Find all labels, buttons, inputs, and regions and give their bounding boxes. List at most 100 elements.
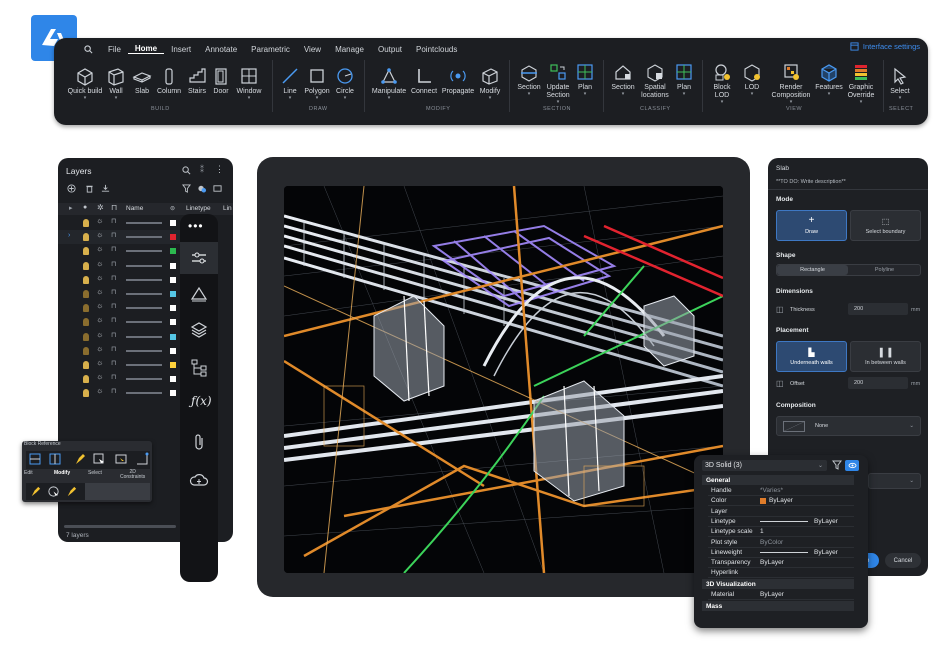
property-row-lineweight[interactable]: Lineweight ByLayer <box>708 548 854 558</box>
edit-in-place-icon[interactable] <box>48 452 62 466</box>
visibility-bulb-icon[interactable] <box>83 332 89 341</box>
update-section-tool[interactable]: Update Section ▾ <box>544 62 572 105</box>
mode-draw-button[interactable]: + Draw <box>776 210 847 241</box>
layer-color-swatch[interactable] <box>170 319 176 326</box>
expand-icon[interactable]: ▸ <box>69 204 73 212</box>
layer-row[interactable]: ☼ ⊓ <box>58 244 182 258</box>
lock-icon[interactable]: ⊓ <box>111 245 116 253</box>
layer-row[interactable]: ☼ ⊓ <box>58 216 182 230</box>
layer-row[interactable]: ☼ ⊓ <box>58 287 182 301</box>
selection-dropdown[interactable]: 3D Solid (3) ⌄ <box>702 460 827 471</box>
menu-tab-pointclouds[interactable]: Pointclouds <box>409 45 464 54</box>
spatial-locations-tool[interactable]: Spatial locations <box>638 62 672 100</box>
lock-icon[interactable]: ⊓ <box>111 359 116 367</box>
visibility-bulb-icon[interactable] <box>83 318 89 327</box>
horizontal-scrollbar[interactable] <box>64 525 176 528</box>
property-row-color[interactable]: Color ByLayer <box>708 496 854 507</box>
column-name[interactable]: Name <box>126 205 143 212</box>
freeze-sun-icon[interactable]: ☼ <box>96 287 103 296</box>
door-tool[interactable]: Door <box>210 66 232 96</box>
general-section-header[interactable]: General <box>702 475 854 485</box>
freeze-sun-icon[interactable]: ☼ <box>96 244 103 253</box>
layer-color-swatch[interactable] <box>170 333 176 340</box>
render-composition-tool[interactable]: Render Composition ▾ <box>769 62 813 105</box>
search-icon[interactable] <box>84 44 101 54</box>
cloud-upload-icon[interactable] <box>189 470 209 490</box>
freeze-sun-icon[interactable]: ☼ <box>96 216 103 225</box>
shape-rectangle-option[interactable]: Rectangle <box>777 265 848 275</box>
layer-row[interactable]: ☼ ⊓ <box>58 259 182 273</box>
placement-underneath-walls-button[interactable]: ▙ Underneath walls <box>776 341 847 372</box>
layer-color-swatch[interactable] <box>170 291 176 297</box>
filter-icon[interactable] <box>182 184 191 193</box>
layer-row[interactable]: ☼ ⊓ <box>58 330 182 344</box>
layer-color-swatch[interactable] <box>170 305 176 312</box>
lock-icon[interactable]: ⊓ <box>111 274 116 282</box>
freeze-sun-icon[interactable]: ☼ <box>96 301 103 310</box>
connect-tool[interactable]: Connect <box>410 66 438 96</box>
placement-between-walls-button[interactable]: ▌▐ In between walls <box>850 341 921 372</box>
visibility-bulb-icon[interactable] <box>83 304 89 313</box>
line-tool[interactable]: Line ▾ <box>279 66 301 101</box>
column-lineweight[interactable]: Lin <box>223 205 232 212</box>
3d-visualization-section-header[interactable]: 3D Visualization <box>702 579 854 589</box>
layer-color-swatch[interactable] <box>170 262 176 269</box>
freeze-sun-icon[interactable]: ☼ <box>96 330 103 339</box>
graphic-override-tool[interactable]: Graphic Override ▾ <box>844 62 878 105</box>
visibility-bulb-icon[interactable] <box>83 219 89 227</box>
visibility-bulb-icon[interactable] <box>83 261 89 270</box>
freeze-sun-icon[interactable]: ☼ <box>96 230 103 239</box>
visibility-bulb-icon[interactable] <box>83 346 89 355</box>
freeze-sun-icon[interactable]: ☼ <box>96 386 103 395</box>
lock-icon[interactable]: ⊓ <box>111 288 116 296</box>
plan-tool[interactable]: Plan ▾ <box>573 62 597 97</box>
secondary-select[interactable]: ⌄ <box>868 473 921 489</box>
polygon-tool[interactable]: Polygon ▾ <box>302 66 332 101</box>
property-row-linetype-scale[interactable]: Linetype scale 1 <box>708 527 854 538</box>
select-block-icon[interactable] <box>114 452 128 466</box>
lod-tool[interactable]: LOD ▾ <box>740 62 764 97</box>
quick-build-tool[interactable]: Quick build ▾ <box>66 66 104 101</box>
lock-icon[interactable]: ⊓ <box>111 316 116 324</box>
composition-select[interactable]: None ⌄ <box>776 416 921 436</box>
menu-tab-annotate[interactable]: Annotate <box>198 45 244 54</box>
lock-icon[interactable]: ⊓ <box>111 345 116 353</box>
visibility-bulb-icon[interactable] <box>83 233 89 242</box>
section-tool[interactable]: Section ▾ <box>514 62 544 97</box>
lock-icon[interactable]: ⊓ <box>111 331 116 339</box>
set-current-layer-icon[interactable] <box>101 184 110 193</box>
lock-icon[interactable]: ⊓ <box>111 231 116 239</box>
layer-states-icon[interactable] <box>197 184 207 193</box>
freeze-sun-icon[interactable]: ☼ <box>96 372 103 381</box>
property-row-linetype[interactable]: Linetype ByLayer <box>708 517 854 527</box>
freeze-sun-icon[interactable]: ☼ <box>96 315 103 324</box>
layer-color-swatch[interactable] <box>170 276 176 283</box>
layer-row[interactable]: ☼ ⊓ <box>58 372 182 386</box>
layer-color-swatch[interactable] <box>170 234 176 241</box>
lock-icon[interactable]: ⊓ <box>111 260 116 268</box>
offset-input[interactable]: 200 <box>848 377 908 389</box>
modify-tool[interactable]: Modify ▾ <box>477 66 503 101</box>
freeze-sun-icon[interactable]: ☼ <box>96 259 103 268</box>
layer-row[interactable]: › ☼ ⊓ <box>58 230 182 245</box>
thickness-input[interactable]: 200 <box>848 303 908 315</box>
visibility-bulb-icon[interactable] <box>83 247 89 256</box>
menu-tab-manage[interactable]: Manage <box>328 45 371 54</box>
cancel-button[interactable]: Cancel <box>885 553 921 568</box>
section-classify-tool[interactable]: Section ▾ <box>608 62 638 97</box>
property-row-hyperlink[interactable]: Hyperlink <box>708 568 854 579</box>
settings-icon[interactable] <box>213 184 222 193</box>
menu-tab-parametric[interactable]: Parametric <box>244 45 297 54</box>
freeze-sun-icon[interactable]: ☼ <box>96 273 103 282</box>
modify-brush-icon[interactable] <box>73 452 87 466</box>
search-icon[interactable] <box>182 166 191 175</box>
layer-color-swatch[interactable] <box>170 248 176 255</box>
property-row-layer[interactable]: Layer <box>708 507 854 517</box>
mode-select-boundary-button[interactable]: ⬚ Select boundary <box>850 210 921 241</box>
visibility-bulb-icon[interactable] <box>83 275 89 284</box>
lock-icon[interactable]: ⊓ <box>111 302 116 310</box>
property-row-transparency[interactable]: Transparency ByLayer <box>708 558 854 569</box>
interface-settings-button[interactable]: Interface settings <box>850 42 920 51</box>
drawing-explorer-icon[interactable] <box>189 284 209 304</box>
block-lod-tool[interactable]: Block LOD ▾ <box>708 62 736 105</box>
